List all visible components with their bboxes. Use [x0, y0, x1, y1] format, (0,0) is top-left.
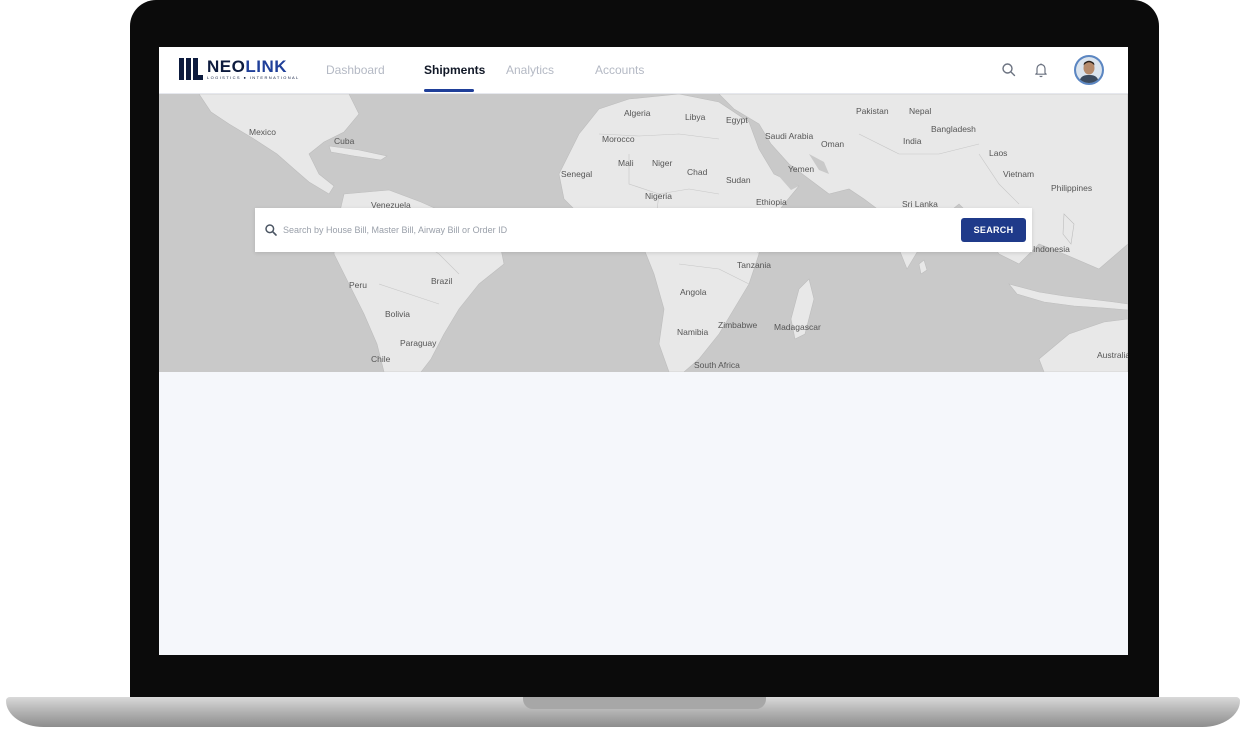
- map-label-libya: Libya: [685, 112, 706, 122]
- world-map[interactable]: Morocco Mexico Cuba Venezuela Peru Brazi…: [159, 94, 1128, 372]
- map-label-niger: Niger: [652, 158, 673, 168]
- logo-word-link: LINK: [245, 57, 288, 76]
- map-label-paraguay: Paraguay: [400, 338, 437, 348]
- search-icon: [264, 223, 278, 242]
- shipment-search-bar: SEARCH: [255, 208, 1032, 252]
- search-button[interactable]: SEARCH: [961, 218, 1026, 242]
- map-label-laos: Laos: [989, 148, 1008, 158]
- map-label-namibia: Namibia: [677, 327, 709, 337]
- map-label-saudi-arabia: Saudi Arabia: [765, 131, 814, 141]
- search-icon[interactable]: [998, 59, 1020, 81]
- logo-wordmark: NEOLINK: [207, 58, 300, 75]
- map-label-bangladesh: Bangladesh: [931, 124, 976, 134]
- map-label-cuba: Cuba: [334, 136, 355, 146]
- user-avatar[interactable]: [1074, 55, 1104, 85]
- nav-tab-dashboard[interactable]: Dashboard: [326, 47, 385, 93]
- shipment-search-input[interactable]: [283, 208, 943, 252]
- bell-icon[interactable]: [1030, 59, 1052, 81]
- map-label-yemen: Yemen: [788, 164, 815, 174]
- map-label-algeria: Algeria: [624, 108, 651, 118]
- nav-tab-analytics[interactable]: Analytics: [506, 47, 554, 93]
- map-label-bolivia: Bolivia: [385, 309, 411, 319]
- map-label-angola: Angola: [680, 287, 707, 297]
- map-label-mali: Mali: [618, 158, 634, 168]
- logo-mark-icon: [179, 58, 203, 80]
- map-label-peru: Peru: [349, 280, 367, 290]
- app-screen: NEOLINK LOGISTICS ● INTERNATIONAL Dashbo…: [159, 47, 1128, 655]
- map-label-morocco: Morocco: [602, 134, 635, 144]
- map-label-senegal: Senegal: [561, 169, 593, 179]
- map-label-vietnam: Vietnam: [1003, 169, 1035, 179]
- logo-word-neo: NEO: [207, 57, 246, 76]
- map-label-nigeria: Nigeria: [645, 191, 672, 201]
- map-label-zimbabwe: Zimbabwe: [718, 320, 758, 330]
- map-label-chile: Chile: [371, 354, 391, 364]
- map-label-oman: Oman: [821, 139, 845, 149]
- map-label-nepal: Nepal: [909, 106, 932, 116]
- map-label-brazil: Brazil: [431, 276, 453, 286]
- active-tab-indicator: [424, 89, 474, 92]
- map-label-egypt: Egypt: [726, 115, 748, 125]
- logo-text: NEOLINK LOGISTICS ● INTERNATIONAL: [207, 58, 300, 81]
- nav-tab-shipments[interactable]: Shipments: [424, 47, 485, 93]
- nav-tab-accounts[interactable]: Accounts: [595, 47, 644, 93]
- neolink-logo[interactable]: NEOLINK LOGISTICS ● INTERNATIONAL: [179, 58, 300, 84]
- map-label-tanzania: Tanzania: [737, 260, 772, 270]
- top-navigation-bar: NEOLINK LOGISTICS ● INTERNATIONAL Dashbo…: [159, 47, 1128, 94]
- logo-tagline: LOGISTICS ● INTERNATIONAL: [207, 75, 300, 80]
- laptop-hinge-notch: [523, 697, 766, 709]
- map-label-sudan: Sudan: [726, 175, 751, 185]
- map-label-south-africa: South Africa: [694, 360, 740, 370]
- map-label-ethiopia: Ethiopia: [756, 197, 787, 207]
- map-label-india: India: [903, 136, 922, 146]
- map-label-indonesia: Indonesia: [1033, 244, 1070, 254]
- results-content-area: [159, 372, 1128, 655]
- map-label-madagascar: Madagascar: [774, 322, 821, 332]
- map-label-pakistan: Pakistan: [856, 106, 889, 116]
- map-label-mexico: Mexico: [249, 127, 276, 137]
- map-label-australia: Australia: [1097, 350, 1128, 360]
- map-label-chad: Chad: [687, 167, 708, 177]
- map-label-philippines: Philippines: [1051, 183, 1093, 193]
